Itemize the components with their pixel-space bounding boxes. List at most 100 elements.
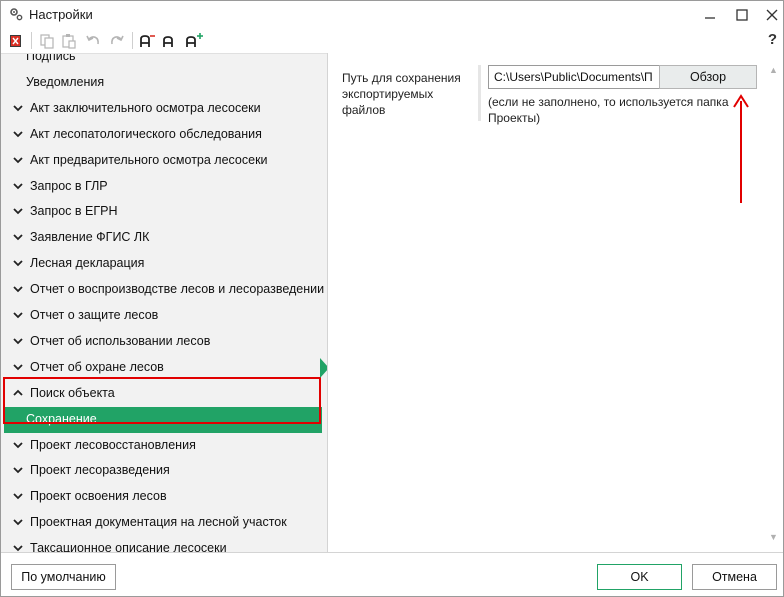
tree-item-label: Уведомления [26, 74, 105, 89]
restore-defaults-button[interactable]: По умолчанию [11, 564, 116, 590]
tree-item-label: Отчет об охране лесов [30, 359, 164, 374]
redo-button[interactable] [107, 31, 127, 51]
close-button[interactable] [756, 1, 784, 28]
tree-item-label: Отчет о воспроизводстве лесов и лесоразв… [30, 282, 325, 297]
font-increase-button[interactable] [183, 31, 205, 51]
chevron-down-icon[interactable] [13, 517, 23, 527]
toolbar: ? [1, 28, 783, 53]
scroll-down-arrow[interactable]: ▼ [769, 532, 778, 542]
tree-item-label: Акт лесопатологического обследования [30, 126, 262, 141]
minimize-button[interactable] [694, 1, 726, 28]
tree-item[interactable]: Запрос в ГЛР [1, 174, 327, 200]
tree-item-label: Заявление ФГИС ЛК [30, 230, 150, 245]
window-title: Настройки [29, 7, 93, 22]
tree-item[interactable]: Заявление ФГИС ЛК [1, 225, 327, 251]
tree-item[interactable]: Запрос в ЕГРН [1, 199, 327, 225]
tree-item[interactable]: Подпись [1, 53, 327, 70]
undo-button[interactable] [83, 31, 103, 51]
chevron-down-icon[interactable] [13, 465, 23, 475]
tree-item-label: Лесная декларация [30, 256, 145, 271]
tree-item[interactable]: Таксационное описание лесосеки [1, 536, 327, 552]
chevron-down-icon[interactable] [13, 103, 23, 113]
tree-item-label: Проектная документация на лесной участок [30, 515, 287, 530]
tree-item-label: Поиск объекта [30, 385, 115, 400]
tree-item-label: Акт предварительного осмотра лесосеки [30, 152, 268, 167]
tree-item[interactable]: Отчет о воспроизводстве лесов и лесоразв… [1, 277, 327, 303]
tree-item[interactable]: Отчет об охране лесов [1, 355, 327, 381]
tree-item[interactable]: Проектная документация на лесной участок [1, 510, 327, 536]
settings-tree: Подпись Уведомления Акт заключительного ос… [1, 53, 327, 552]
excel-export-icon [10, 35, 21, 47]
copy-button[interactable] [37, 31, 57, 51]
chevron-up-icon[interactable] [13, 388, 23, 398]
save-path-input[interactable] [488, 65, 660, 89]
tree-item[interactable]: Проект освоения лесов [1, 484, 327, 510]
undo-icon [86, 35, 99, 45]
maximize-button[interactable] [726, 1, 758, 28]
maximize-icon [736, 8, 748, 21]
tree-item[interactable]: Акт лесопатологического обследования [1, 122, 327, 148]
tree-item[interactable]: Отчет об использовании лесов [1, 329, 327, 355]
ok-button[interactable]: OK [597, 564, 682, 590]
chevron-down-icon[interactable] [13, 310, 23, 320]
tree-item[interactable]: Лесная декларация [1, 251, 327, 277]
copy-icon [40, 34, 54, 49]
scroll-up-arrow[interactable]: ▲ [769, 65, 778, 75]
chevron-down-icon[interactable] [13, 440, 23, 450]
font-reset-button[interactable] [159, 31, 179, 51]
save-path-label: Путь для сохранения экспортируемых файло… [342, 71, 461, 117]
help-button[interactable]: ? [768, 31, 777, 48]
tree-item[interactable]: Уведомления [1, 70, 327, 96]
tree-item-label: Таксационное описание лесосеки [30, 541, 227, 552]
save-path-hint: (если не заполнено, то используется папк… [488, 95, 729, 125]
chevron-down-icon[interactable] [13, 491, 23, 501]
tree-item[interactable]: Поиск объекта [1, 381, 327, 407]
settings-panel: Путь для сохранения экспортируемых файло… [328, 53, 783, 552]
tree-item[interactable]: Отчет о защите лесов [1, 303, 327, 329]
tree-item-label: Проект лесоразведения [30, 463, 170, 478]
tree-item-label: Запрос в ГЛР [30, 178, 108, 193]
tree-item[interactable]: Проект лесовосстановления [1, 433, 327, 459]
tree-item[interactable]: Сохранение [4, 406, 322, 433]
tree-item[interactable]: Акт предварительного осмотра лесосеки [1, 148, 327, 174]
title-bar[interactable]: Настройки [1, 1, 783, 28]
tree-item-label: Акт заключительного осмотра лесосеки [30, 100, 261, 115]
settings-window: Настройки ? Подпись Уведомления Акт закл… [0, 0, 784, 597]
tree-item-label: Сохранение [26, 411, 97, 426]
tree-item-label: Отчет об использовании лесов [30, 333, 211, 348]
export-excel-button[interactable] [7, 31, 27, 51]
field-marker [478, 65, 481, 121]
font-decrease-button[interactable] [137, 31, 157, 51]
toolbar-separator [132, 32, 133, 49]
tree-item-label: Проект освоения лесов [30, 489, 167, 504]
close-icon [766, 9, 778, 20]
chevron-down-icon[interactable] [13, 543, 23, 552]
chevron-down-icon[interactable] [13, 258, 23, 268]
chevron-down-icon[interactable] [13, 284, 23, 294]
annotation-arrow [733, 94, 749, 203]
paste-button[interactable] [59, 31, 79, 51]
minimize-icon [705, 16, 715, 19]
redo-icon [111, 35, 124, 45]
chevron-down-icon[interactable] [13, 155, 23, 165]
tree-item[interactable]: Проект лесоразведения [1, 458, 327, 484]
font-increase-icon [186, 33, 203, 47]
paste-icon [62, 34, 76, 49]
chevron-down-icon[interactable] [13, 362, 23, 372]
cancel-button[interactable]: Отмена [692, 564, 777, 590]
font-decrease-icon [140, 35, 155, 47]
chevron-down-icon[interactable] [13, 129, 23, 139]
chevron-down-icon[interactable] [13, 232, 23, 242]
browse-button[interactable]: Обзор [659, 65, 757, 89]
tree-item-label: Отчет о защите лесов [30, 308, 159, 322]
tree-item-label: Подпись [26, 53, 76, 63]
chevron-down-icon[interactable] [13, 181, 23, 191]
toolbar-separator [31, 32, 32, 49]
chevron-down-icon[interactable] [13, 206, 23, 216]
chevron-down-icon[interactable] [13, 336, 23, 346]
tree-item[interactable]: Акт заключительного осмотра лесосеки [1, 96, 327, 122]
tree-item-label: Проект лесовосстановления [30, 437, 196, 452]
dialog-footer: По умолчанию OK Отмена [1, 552, 783, 596]
tree-item-label: Запрос в ЕГРН [30, 204, 118, 219]
font-reset-icon [163, 36, 173, 47]
